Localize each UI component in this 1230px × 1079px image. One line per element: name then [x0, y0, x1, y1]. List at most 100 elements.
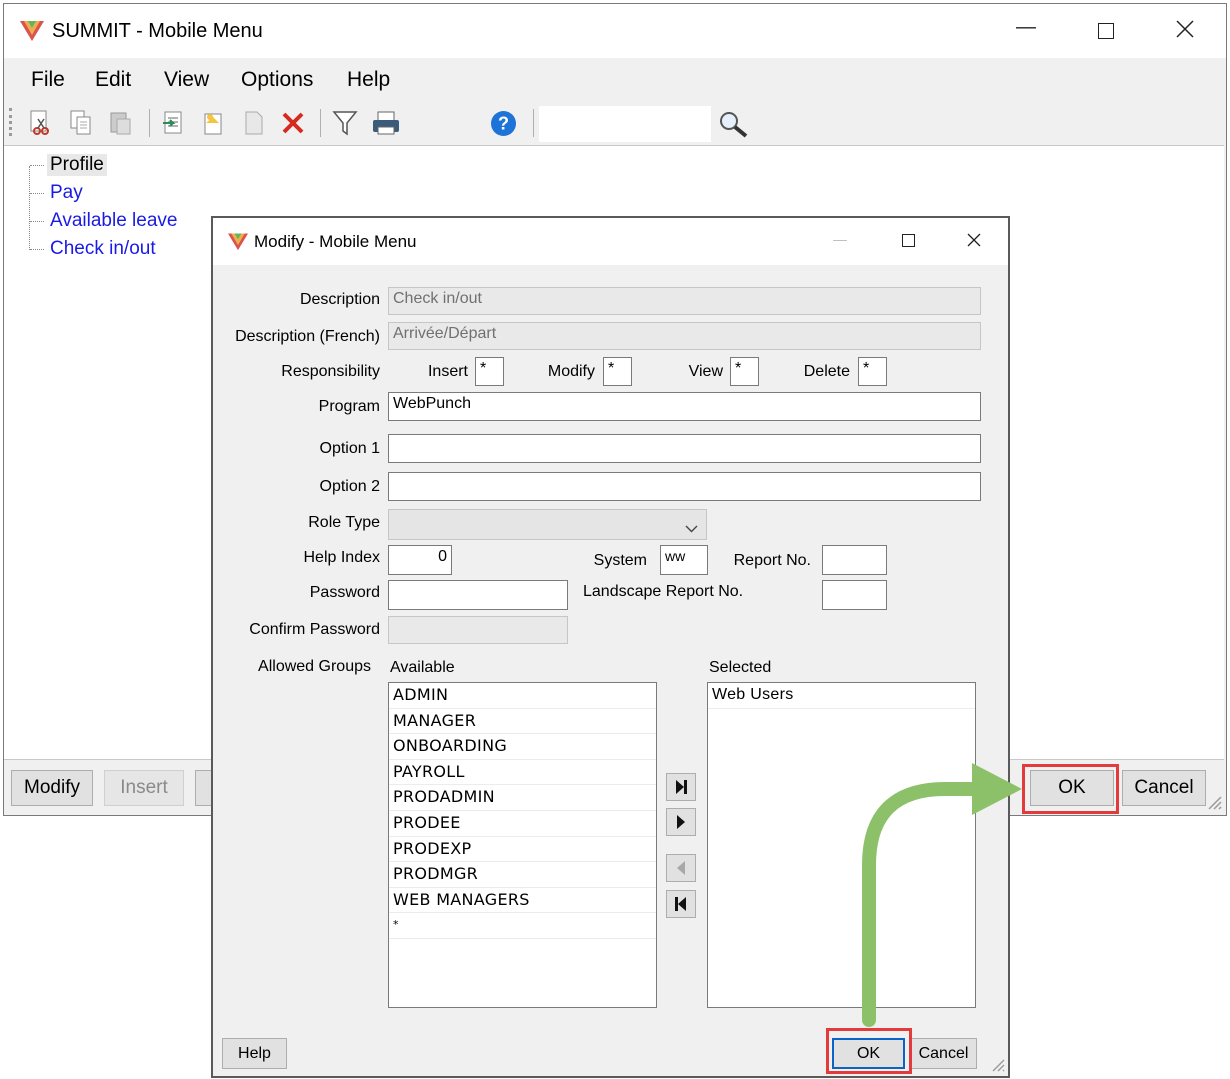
option2-label: Option 2 — [319, 478, 380, 495]
menu-view[interactable]: View — [164, 68, 209, 92]
menu-edit[interactable]: Edit — [95, 68, 131, 92]
dialog-maximize-icon[interactable] — [902, 234, 915, 247]
menu-help[interactable]: Help — [347, 68, 390, 92]
option2-field[interactable] — [388, 472, 981, 501]
app-logo-icon — [19, 18, 45, 47]
list-item[interactable]: PRODEE — [389, 811, 656, 837]
list-item[interactable]: Web Users — [708, 683, 975, 709]
paste-icon[interactable] — [108, 109, 134, 142]
description-label: Description — [299, 291, 380, 308]
filter-icon[interactable] — [332, 109, 358, 142]
view-field[interactable]: * — [730, 357, 759, 386]
move-all-right-icon — [676, 780, 687, 794]
toolbar-search-input[interactable] — [539, 106, 711, 142]
confirm-password-field — [388, 616, 568, 644]
new-folder-icon[interactable] — [201, 109, 227, 142]
import-icon[interactable] — [161, 109, 187, 142]
highlight-dialog-ok — [826, 1028, 912, 1074]
minimize-icon[interactable]: — — [1016, 16, 1036, 39]
move-left-icon — [677, 861, 685, 875]
description-fr-field: Arrivée/Départ — [388, 322, 981, 350]
list-item[interactable]: ADMIN — [389, 683, 656, 709]
dialog-title: Modify - Mobile Menu — [254, 232, 417, 251]
list-item[interactable]: PRODADMIN — [389, 785, 656, 811]
chevron-down-icon — [685, 520, 698, 538]
confirm-password-label: Confirm Password — [249, 621, 380, 638]
password-field[interactable] — [388, 580, 568, 610]
help-index-label: Help Index — [303, 549, 381, 566]
app-logo-icon — [227, 231, 249, 256]
menu-options[interactable]: Options — [241, 68, 313, 92]
list-item[interactable]: WEB MANAGERS — [389, 888, 656, 914]
move-right-icon — [677, 815, 685, 829]
available-groups-list[interactable]: ADMIN MANAGER ONBOARDING PAYROLL PRODADM… — [388, 682, 657, 1008]
tree-lines — [29, 166, 46, 250]
tree-connector — [30, 165, 44, 166]
help-button[interactable]: Help — [222, 1038, 287, 1069]
list-item[interactable]: MANAGER — [389, 709, 656, 735]
dialog-close-icon[interactable] — [967, 233, 981, 252]
list-item[interactable]: PRODEXP — [389, 837, 656, 863]
report-no-field[interactable] — [822, 545, 887, 575]
toolbar-grip — [9, 108, 15, 136]
program-field[interactable]: WebPunch — [388, 392, 981, 421]
dialog-cancel-button[interactable]: Cancel — [910, 1038, 977, 1069]
insert-button[interactable]: Insert — [104, 770, 184, 806]
system-field[interactable]: ww — [660, 545, 708, 575]
move-all-right-button[interactable] — [666, 773, 696, 801]
move-all-left-button[interactable] — [666, 890, 696, 918]
move-right-button[interactable] — [666, 808, 696, 836]
svg-text:?: ? — [498, 114, 509, 134]
toolbar-separator — [533, 109, 534, 137]
move-all-left-icon — [675, 897, 686, 911]
menu-bar: File Edit View Options Help — [4, 58, 1226, 102]
tree-item-pay[interactable]: Pay — [50, 182, 83, 204]
description-field: Check in/out — [388, 287, 981, 315]
toolbar-separator — [320, 109, 321, 137]
search-icon[interactable] — [718, 110, 750, 143]
resize-grip-icon[interactable] — [1204, 792, 1222, 815]
option1-label: Option 1 — [319, 440, 380, 457]
menu-file[interactable]: File — [31, 68, 65, 92]
system-label: System — [593, 552, 647, 569]
landscape-report-no-field[interactable] — [822, 580, 887, 610]
tree-connector — [30, 221, 44, 222]
tree-item-profile[interactable]: Profile — [47, 154, 107, 176]
window-title: SUMMIT - Mobile Menu — [52, 20, 263, 42]
dialog-minimize-icon — [833, 240, 847, 241]
available-label: Available — [390, 659, 455, 676]
tree-item-available-leave[interactable]: Available leave — [50, 210, 177, 232]
print-icon[interactable] — [371, 110, 401, 141]
program-label: Program — [318, 398, 380, 415]
maximize-icon[interactable] — [1098, 23, 1114, 39]
cut-icon[interactable] — [28, 109, 54, 142]
tree-item-check-in-out[interactable]: Check in/out — [50, 238, 156, 260]
insert-field[interactable]: * — [475, 357, 504, 386]
dialog-title-bar: Modify - Mobile Menu — [213, 218, 1008, 265]
report-no-label: Report No. — [733, 552, 811, 569]
title-bar: SUMMIT - Mobile Menu — — [4, 4, 1226, 58]
main-cancel-button[interactable]: Cancel — [1122, 770, 1206, 806]
list-item[interactable]: PAYROLL — [389, 760, 656, 786]
close-icon[interactable] — [1176, 20, 1194, 43]
role-type-select[interactable] — [388, 509, 707, 540]
modify-button[interactable]: Modify — [11, 770, 93, 806]
role-type-label: Role Type — [308, 514, 380, 531]
help-index-field[interactable]: 0 — [388, 545, 452, 575]
help-icon[interactable]: ? — [490, 110, 517, 142]
list-item[interactable]: ONBOARDING — [389, 734, 656, 760]
copy-icon[interactable] — [68, 109, 94, 142]
move-left-button[interactable] — [666, 854, 696, 882]
resize-grip-icon[interactable] — [989, 1056, 1005, 1077]
delete-field[interactable]: * — [858, 357, 887, 386]
list-item[interactable]: PRODMGR — [389, 862, 656, 888]
option1-field[interactable] — [388, 434, 981, 463]
blank-page-icon[interactable] — [241, 109, 267, 142]
modify-field[interactable]: * — [603, 357, 632, 386]
allowed-groups-label: Allowed Groups — [258, 658, 371, 675]
selected-label: Selected — [709, 659, 772, 676]
delete-label: Delete — [803, 363, 850, 380]
list-item[interactable]: * — [389, 913, 656, 939]
toolbar-separator — [149, 109, 150, 137]
delete-icon[interactable] — [281, 111, 305, 140]
